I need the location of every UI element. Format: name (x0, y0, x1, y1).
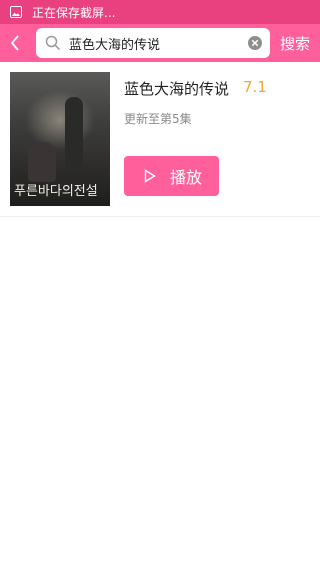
clear-circle-icon[interactable] (248, 36, 262, 50)
back-button[interactable] (0, 24, 30, 62)
rating-score: 7.1 (243, 78, 267, 96)
status-notification-text: 正在保存截屏... (32, 5, 116, 20)
poster-glow (25, 90, 95, 150)
search-icon (45, 35, 61, 51)
chevron-left-icon (10, 35, 19, 51)
result-title[interactable]: 蓝色大海的传说 (124, 78, 229, 99)
search-button[interactable]: 搜索 (280, 24, 314, 62)
play-icon (144, 169, 156, 183)
play-button[interactable]: 播放 (124, 156, 219, 196)
poster-image[interactable]: 푸른바다의전설 (10, 72, 110, 206)
play-label: 播放 (170, 168, 203, 187)
screenshot-icon (10, 6, 22, 18)
poster-figure (28, 142, 56, 182)
search-input[interactable]: 蓝色大海的传说 (36, 28, 270, 58)
search-toolbar: 蓝色大海的传说 搜索 (0, 24, 320, 62)
result-card[interactable]: 푸른바다의전설 蓝色大海的传说 7.1 更新至第5集 播放 (0, 62, 320, 217)
poster-title-text: 푸른바다의전설 (14, 184, 98, 199)
status-bar: 正在保存截屏... (0, 0, 320, 24)
search-query-text[interactable]: 蓝色大海的传说 (69, 34, 248, 53)
update-status: 更新至第5集 (124, 112, 192, 126)
poster-figure (65, 97, 83, 167)
